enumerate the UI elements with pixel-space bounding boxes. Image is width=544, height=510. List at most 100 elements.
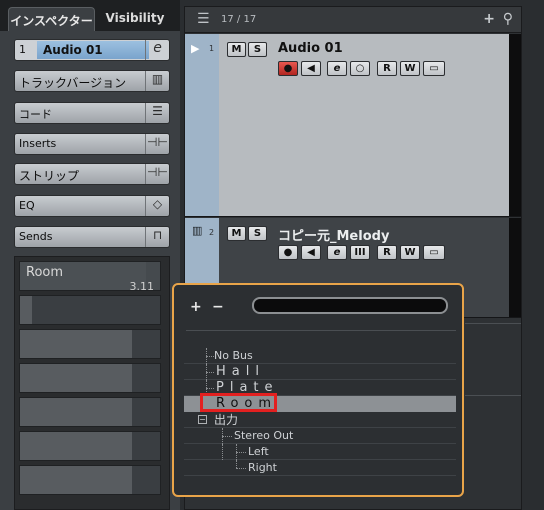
tree-item-label: Stereo Out <box>234 429 294 442</box>
read-automation-button[interactable]: R <box>377 61 397 76</box>
tree-guide <box>222 444 223 460</box>
send-level-value: 3.11 <box>129 280 155 293</box>
search-icon[interactable]: ⚲ <box>503 11 513 27</box>
insert-icon[interactable]: ⊣⊢ <box>145 134 169 154</box>
track-scrollbar[interactable] <box>509 218 521 317</box>
divider <box>186 330 456 331</box>
section-track-versions[interactable]: トラックバージョン ▥ <box>14 70 170 92</box>
send-slot[interactable] <box>19 363 161 393</box>
send-level-fill <box>20 398 132 426</box>
track-name[interactable]: Audio 01 <box>37 41 149 59</box>
section-strip[interactable]: ストリップ ⊣⊢ <box>14 163 170 185</box>
solo-button[interactable]: S <box>248 42 267 57</box>
section-inserts[interactable]: Inserts ⊣⊢ <box>14 133 170 155</box>
section-label: Inserts <box>19 137 57 150</box>
monitor-button[interactable]: ◀ <box>301 61 321 76</box>
section-label: ストリップ <box>19 169 80 183</box>
send-destination: Room <box>26 265 64 280</box>
lanes-button[interactable]: ▭ <box>423 245 445 260</box>
send-slots: Room 3.11 <box>14 256 170 510</box>
track-name[interactable]: Audio 01 <box>278 41 343 56</box>
track-number: 1 <box>209 44 215 53</box>
record-enable-button[interactable]: ● <box>278 245 298 260</box>
track-name-field[interactable]: 1 Audio 01 e <box>14 39 170 61</box>
section-sends[interactable]: Sends ⊓ <box>14 226 170 248</box>
send-level-fill <box>20 466 132 494</box>
send-slot[interactable] <box>19 329 161 359</box>
solo-button[interactable]: S <box>248 226 267 241</box>
send-slot[interactable] <box>19 431 161 461</box>
freeze-button[interactable]: ○ <box>350 61 370 76</box>
tree-guide <box>236 460 237 468</box>
tree-item-label: Hall <box>216 364 265 379</box>
destination-popup: + − No Bus Hall Plate Room − 出力 Stereo O… <box>172 283 464 497</box>
section-eq[interactable]: EQ ◇ <box>14 195 170 217</box>
send-level-fill <box>20 330 132 358</box>
tree-item-right[interactable]: Right <box>184 460 456 476</box>
tree-item-hall[interactable]: Hall <box>184 364 456 380</box>
chord-icon[interactable]: ☰ <box>145 103 169 123</box>
track-color-strip: ▶ 1 <box>185 34 219 216</box>
track-number: 1 <box>19 43 26 56</box>
send-slot[interactable] <box>19 397 161 427</box>
read-automation-button[interactable]: R <box>377 245 397 260</box>
edit-channel-button[interactable]: e <box>327 245 347 260</box>
tree-item-label: No Bus <box>214 349 253 362</box>
send-level-fill <box>20 432 132 460</box>
track-scrollbar[interactable] <box>509 34 521 216</box>
highlight-box <box>200 393 277 412</box>
tree-item-label: Right <box>248 461 277 474</box>
tree-guide <box>206 388 214 389</box>
write-automation-button[interactable]: W <box>400 245 420 260</box>
mute-button[interactable]: M <box>227 226 246 241</box>
insert-icon[interactable]: ⊣⊢ <box>145 164 169 184</box>
lanes-button[interactable]: ▭ <box>423 61 445 76</box>
inspector-tabbar: インスペクター Visibility <box>0 0 180 31</box>
remove-button[interactable]: − <box>212 299 224 315</box>
section-label: Sends <box>19 230 53 243</box>
list-icon[interactable]: ☰ <box>197 11 210 27</box>
tree-guide <box>236 452 246 453</box>
edit-icon[interactable]: e <box>145 40 169 60</box>
edit-channel-button[interactable]: e <box>327 61 347 76</box>
send-slot[interactable] <box>19 465 161 495</box>
section-chord[interactable]: コード ☰ <box>14 102 170 124</box>
tree-item-no-bus[interactable]: No Bus <box>184 348 456 364</box>
eq-icon[interactable]: ◇ <box>145 196 169 216</box>
inspector-panel: インスペクター Visibility 1 Audio 01 e トラックバージョ… <box>0 0 180 510</box>
instrument-icon: ▥ <box>192 224 203 237</box>
tree-item-left[interactable]: Left <box>184 444 456 460</box>
search-input[interactable] <box>252 297 448 314</box>
tree-item-label: 出力 <box>214 413 239 427</box>
section-label: EQ <box>19 199 35 212</box>
track-number: 2 <box>209 228 215 237</box>
monitor-button[interactable]: ◀ <box>301 245 321 260</box>
divider <box>465 323 521 324</box>
versions-icon[interactable]: ▥ <box>145 71 169 91</box>
send-level-fill <box>20 364 132 392</box>
track-name[interactable]: コピー元_Melody <box>278 225 389 244</box>
divider <box>465 395 521 396</box>
instrument-edit-button[interactable]: III <box>350 245 370 260</box>
record-enable-button[interactable]: ● <box>278 61 298 76</box>
tree-item-stereo-out[interactable]: Stereo Out <box>184 428 456 444</box>
section-label: コード <box>19 108 52 121</box>
add-button[interactable]: + <box>190 299 202 315</box>
sends-icon[interactable]: ⊓ <box>145 227 169 247</box>
tree-item-output[interactable]: − 出力 <box>184 412 456 428</box>
tree-guide <box>206 372 214 373</box>
collapse-icon[interactable]: − <box>198 415 207 424</box>
send-slot[interactable] <box>19 295 161 325</box>
mute-button[interactable]: M <box>227 42 246 57</box>
track-row[interactable]: ▶ 1 M S Audio 01 ● ◀ e ○ R W ▭ <box>185 34 521 217</box>
tree-guide <box>222 436 232 437</box>
tab-inspector[interactable]: インスペクター <box>8 7 95 31</box>
tab-visibility[interactable]: Visibility <box>100 7 170 31</box>
tree-guide <box>236 468 246 469</box>
add-track-icon[interactable]: + <box>483 11 495 27</box>
tracklist-header: ☰ 17 / 17 + ⚲ <box>185 7 521 33</box>
send-slot-room[interactable]: Room 3.11 <box>19 261 161 293</box>
track-count: 17 / 17 <box>221 14 257 25</box>
play-arrow-icon: ▶ <box>191 42 200 55</box>
write-automation-button[interactable]: W <box>400 61 420 76</box>
